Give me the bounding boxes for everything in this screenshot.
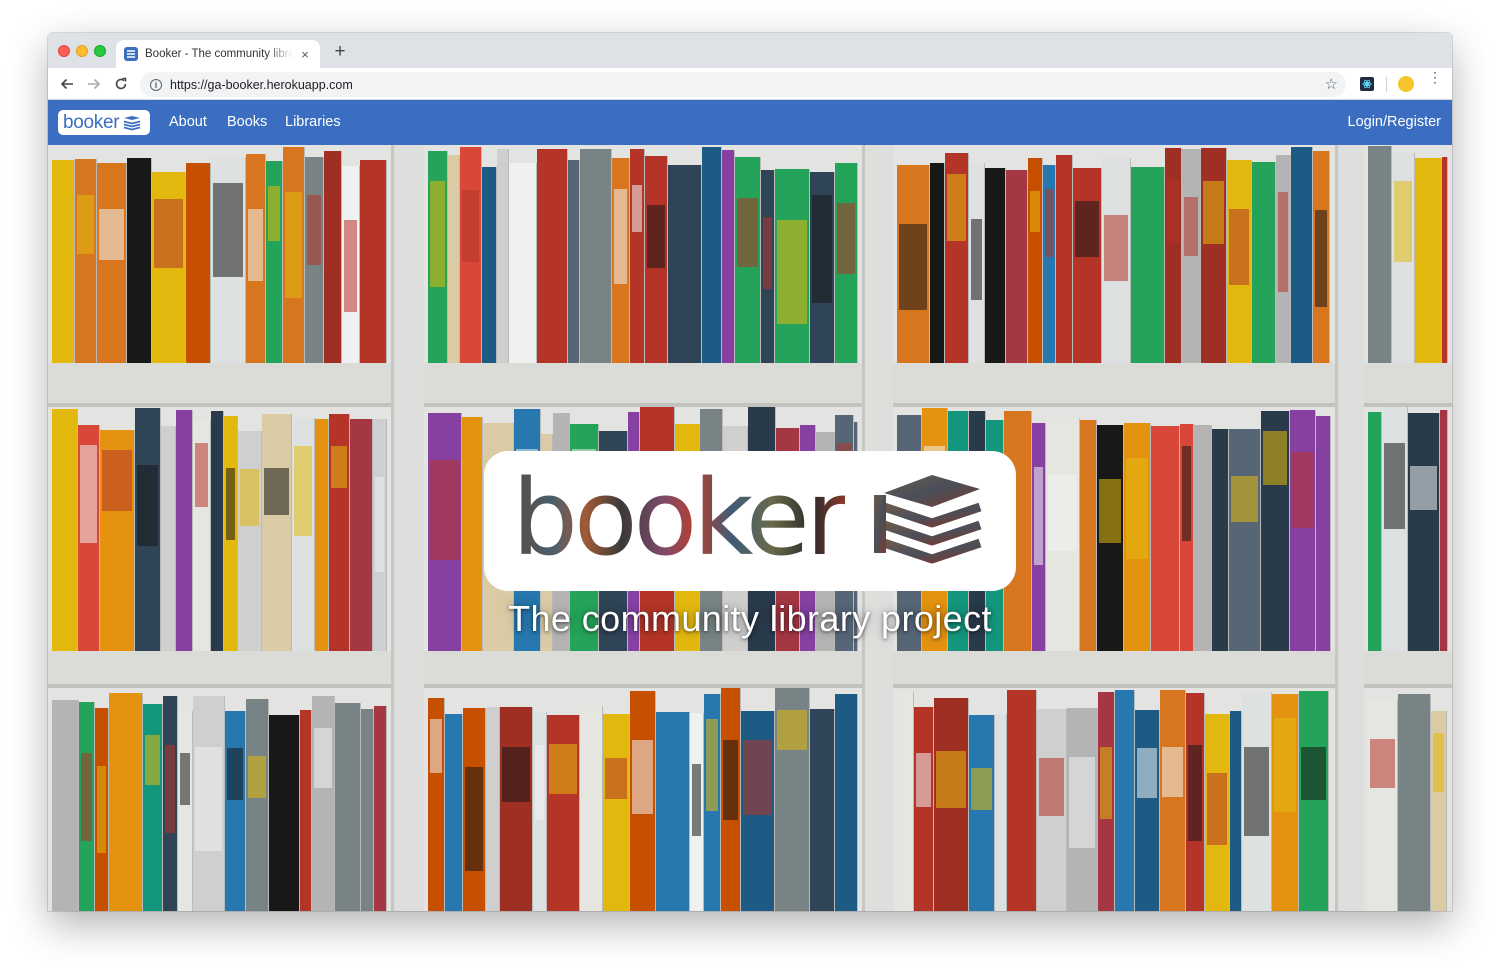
forward-arrow-icon[interactable] — [83, 73, 105, 95]
toolbar-separator — [1386, 77, 1387, 92]
tab-strip: Booker - The community library project ×… — [48, 33, 1452, 68]
extension-avatar-icon[interactable] — [1398, 76, 1414, 92]
zoom-window-button[interactable] — [94, 45, 106, 57]
login-register-link[interactable]: Login/Register — [1348, 100, 1442, 145]
minimize-window-button[interactable] — [76, 45, 88, 57]
booker-favicon — [124, 47, 138, 61]
tab-close-icon[interactable]: × — [298, 48, 312, 61]
browser-window: Booker - The community library project ×… — [48, 33, 1452, 911]
extension-icon[interactable] — [1360, 77, 1374, 91]
bookmark-star-icon[interactable]: ☆ — [1325, 75, 1338, 93]
hero-logo-word: booker — [512, 457, 849, 579]
nav-link-books[interactable]: Books — [227, 100, 267, 145]
close-window-button[interactable] — [58, 45, 70, 57]
brand-logo[interactable]: booker — [58, 110, 150, 135]
book-stack-icon — [874, 475, 982, 564]
new-tab-button[interactable]: + — [330, 42, 350, 61]
browser-tab[interactable]: Booker - The community library project × — [116, 40, 320, 68]
nav-link-about[interactable]: About — [169, 100, 207, 145]
info-icon[interactable]: i — [150, 78, 162, 91]
url-text[interactable]: https://ga-booker.herokuapp.com — [170, 78, 353, 92]
hero-banner: booker The community library project — [48, 145, 1452, 911]
menu-dots-icon[interactable]: ⋮ — [1428, 70, 1442, 84]
hero-tagline: The community library project — [508, 598, 992, 639]
site-navbar: booker About Books Libraries Login/Regis… — [48, 100, 1452, 145]
nav-link-libraries[interactable]: Libraries — [285, 100, 341, 145]
hero-logo-card: booker — [484, 451, 1016, 591]
tab-title: Booker - The community library project — [145, 48, 293, 60]
back-arrow-icon[interactable] — [56, 73, 78, 95]
reload-icon[interactable] — [110, 73, 132, 95]
address-bar[interactable]: i https://ga-booker.herokuapp.com ☆ — [140, 72, 1346, 97]
brand-name: booker — [63, 112, 120, 133]
browser-toolbar: i https://ga-booker.herokuapp.com ☆ ⋮ — [48, 68, 1452, 100]
book-stack-icon — [124, 115, 141, 130]
